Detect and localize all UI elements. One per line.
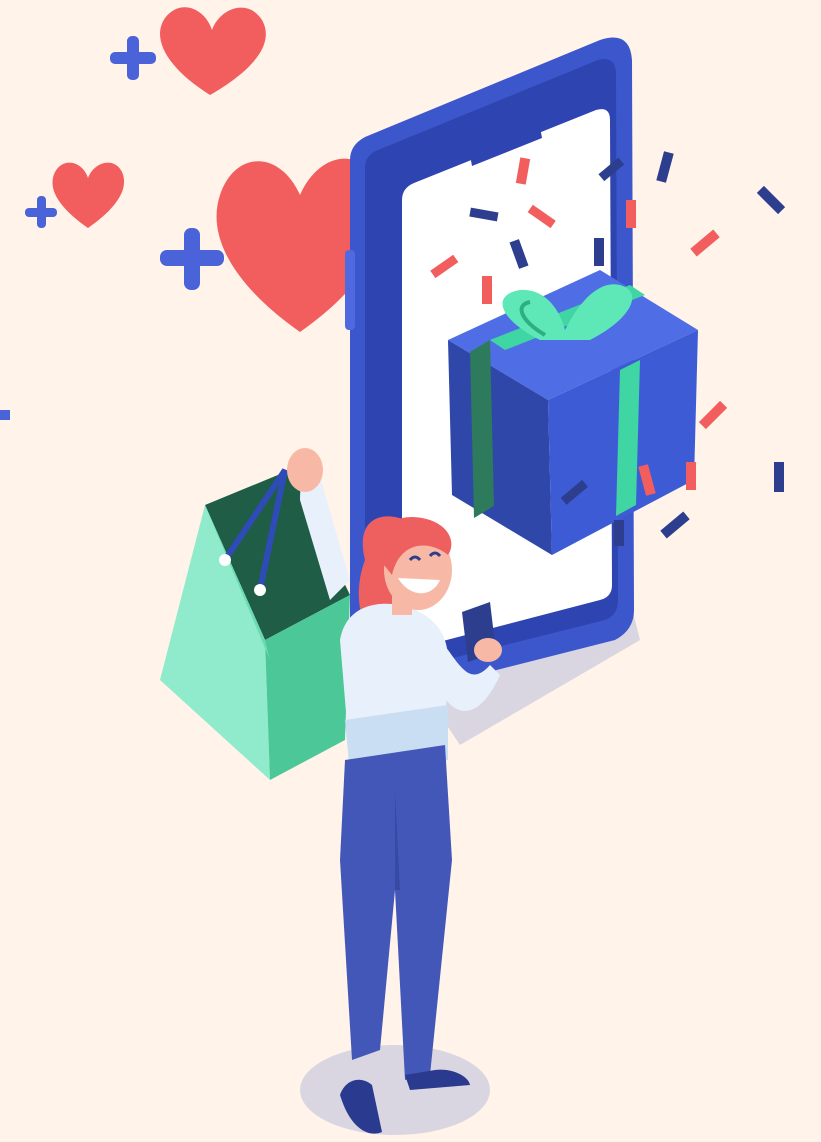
pants [340, 745, 452, 1080]
phone-side-button [345, 250, 355, 330]
gift-ribbon [470, 340, 494, 518]
person-shadow [300, 1045, 490, 1135]
plus-icon-fragment [0, 410, 10, 420]
heart-icon [160, 7, 266, 95]
heart-icon [52, 162, 125, 228]
plus-icon [25, 196, 57, 228]
plus-icon [160, 228, 224, 290]
raised-hand [287, 448, 323, 492]
illustration-canvas [0, 0, 821, 1142]
plus-icon [110, 36, 156, 80]
shopping-celebration-illustration [0, 7, 786, 1135]
